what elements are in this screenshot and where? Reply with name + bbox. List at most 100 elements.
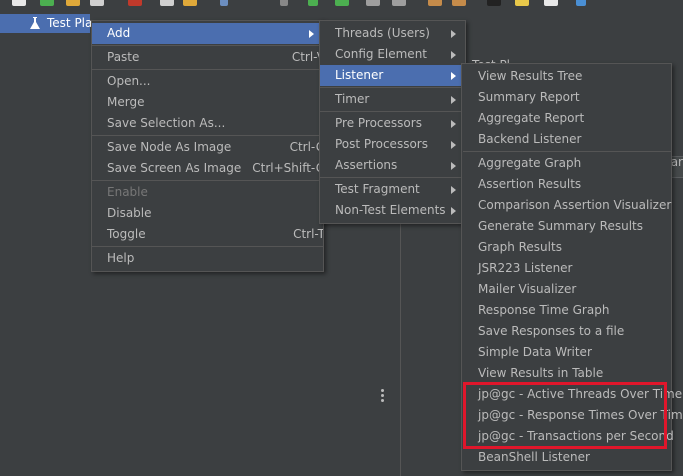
menu-item-graph-results[interactable]: Graph Results [463,237,671,258]
copy-icon[interactable] [160,0,174,6]
menu-item-label: Help [107,251,135,265]
menu-item-pre-processors[interactable]: Pre Processors [320,113,465,134]
menu-item-label: Save Responses to a file [478,324,625,338]
shutdown-icon[interactable] [392,0,406,6]
menu-item-open[interactable]: Open... [92,71,323,92]
menu-item-view-results-in-table[interactable]: View Results in Table [463,363,671,384]
submenu-arrow-icon [451,120,456,128]
toolbar [0,0,683,8]
menu-item-label: Summary Report [478,90,580,104]
menu-item-view-results-tree[interactable]: View Results Tree [463,66,671,87]
menu-item-label: View Results Tree [478,69,583,83]
clear-icon[interactable] [428,0,442,6]
menu-item-save-responses-to-a-file[interactable]: Save Responses to a file [463,321,671,342]
split-pane-divider[interactable] [381,389,385,403]
menu-item-listener[interactable]: Listener [320,65,465,86]
cut-icon[interactable] [128,0,142,6]
menu-item-label: Graph Results [478,240,562,254]
expand-icon[interactable] [220,0,228,6]
templates-icon[interactable] [40,0,54,6]
stop-icon[interactable] [366,0,380,6]
menu-item-label: Config Element [335,47,427,61]
menu-item-assertion-results[interactable]: Assertion Results [463,174,671,195]
menu-item-toggle[interactable]: Toggle Ctrl-T [92,224,323,245]
menu-item-aggregate-report[interactable]: Aggregate Report [463,108,671,129]
test-plan-icon [30,17,40,29]
start-no-pause-icon[interactable] [335,0,349,6]
menu-separator [320,177,465,178]
paste-icon[interactable] [183,0,197,6]
menu-item-jpgc-transactions-per-second[interactable]: jp@gc - Transactions per Second [463,426,674,447]
help-icon[interactable] [576,0,586,6]
menu-item-label: Save Node As Image [107,140,232,154]
menu-item-label: Mailer Visualizer [478,282,577,296]
submenu-arrow-icon [309,30,314,38]
submenu-arrow-icon [451,96,456,104]
menu-item-post-processors[interactable]: Post Processors [320,134,465,155]
menu-item-label: jp@gc - Transactions per Second [478,429,674,443]
menu-item-shortcut: Ctrl-T [293,227,324,241]
menu-item-disable[interactable]: Disable [92,203,323,224]
menu-item-add[interactable]: Add [92,23,323,44]
submenu-arrow-icon [451,141,456,149]
menu-item-test-fragment[interactable]: Test Fragment [320,179,465,200]
menu-item-jsr223-listener[interactable]: JSR223 Listener [463,258,671,279]
tree-item-test-plan[interactable]: Test Plan [0,14,100,33]
menu-item-enable: Enable [92,182,323,203]
menu-item-label: Threads (Users) [335,26,430,40]
menu-item-label: Assertion Results [478,177,582,191]
submenu-arrow-icon [451,162,456,170]
submenu-arrow-icon [451,30,456,38]
menu-item-non-test-elements[interactable]: Non-Test Elements [320,200,465,221]
menu-item-assertions[interactable]: Assertions [320,155,465,176]
menu-item-timer[interactable]: Timer [320,89,465,110]
menu-item-help[interactable]: Help [92,248,323,269]
menu-separator [320,111,465,112]
menu-item-summary-report[interactable]: Summary Report [463,87,671,108]
menu-item-beanshell-listener[interactable]: BeanShell Listener [463,447,671,468]
menu-item-label: Generate Summary Results [478,219,643,233]
menu-item-comparison-assertion-visualizer[interactable]: Comparison Assertion Visualizer [463,195,671,216]
save-icon[interactable] [90,0,104,6]
menu-item-label: Listener [335,68,384,82]
menu-item-save-selection-as[interactable]: Save Selection As... [92,113,323,134]
menu-item-config-element[interactable]: Config Element [320,44,465,65]
menu-item-aggregate-graph[interactable]: Aggregate Graph [463,153,671,174]
menu-item-label: Timer [335,92,370,106]
panel-label-fragment: ar [670,155,683,169]
menu-item-label: View Results in Table [478,366,604,380]
toggle-icon[interactable] [280,0,288,6]
function-helper-icon[interactable] [544,0,558,6]
reset-search-icon[interactable] [515,0,529,6]
menu-item-response-time-graph[interactable]: Response Time Graph [463,300,671,321]
menu-item-jpgc-response-times-over-time[interactable]: jp@gc - Response Times Over Time [463,405,683,426]
menu-item-label: Post Processors [335,137,428,151]
clear-all-icon[interactable] [452,0,466,6]
menu-item-label: Merge [107,95,145,109]
menu-item-label: Assertions [335,158,398,172]
submenu-arrow-icon [451,72,456,80]
menu-item-mailer-visualizer[interactable]: Mailer Visualizer [463,279,671,300]
menu-item-label: jp@gc - Response Times Over Time [478,408,683,422]
menu-item-jpgc-active-threads-over-time[interactable]: jp@gc - Active Threads Over Time [463,384,682,405]
menu-item-label: Paste [107,50,140,64]
search-icon[interactable] [487,0,501,6]
new-icon[interactable] [12,0,26,6]
menu-item-paste[interactable]: Paste Ctrl-V [92,47,323,68]
menu-separator [463,151,671,152]
menu-item-label: Response Time Graph [478,303,610,317]
add-submenu: Threads (Users) Config Element Listener … [319,20,466,224]
submenu-arrow-icon [451,51,456,59]
menu-item-simple-data-writer[interactable]: Simple Data Writer [463,342,671,363]
menu-item-save-screen-as-image[interactable]: Save Screen As Image Ctrl+Shift-G [92,158,323,179]
start-icon[interactable] [308,0,318,6]
menu-item-threads-users[interactable]: Threads (Users) [320,23,465,44]
menu-item-save-node-as-image[interactable]: Save Node As Image Ctrl-G [92,137,323,158]
menu-item-backend-listener[interactable]: Backend Listener [463,129,671,150]
menu-item-label: BeanShell Listener [478,450,590,464]
menu-item-merge[interactable]: Merge [92,92,323,113]
menu-separator [320,87,465,88]
menu-item-generate-summary-results[interactable]: Generate Summary Results [463,216,671,237]
open-icon[interactable] [66,0,80,6]
menu-separator [92,135,323,136]
